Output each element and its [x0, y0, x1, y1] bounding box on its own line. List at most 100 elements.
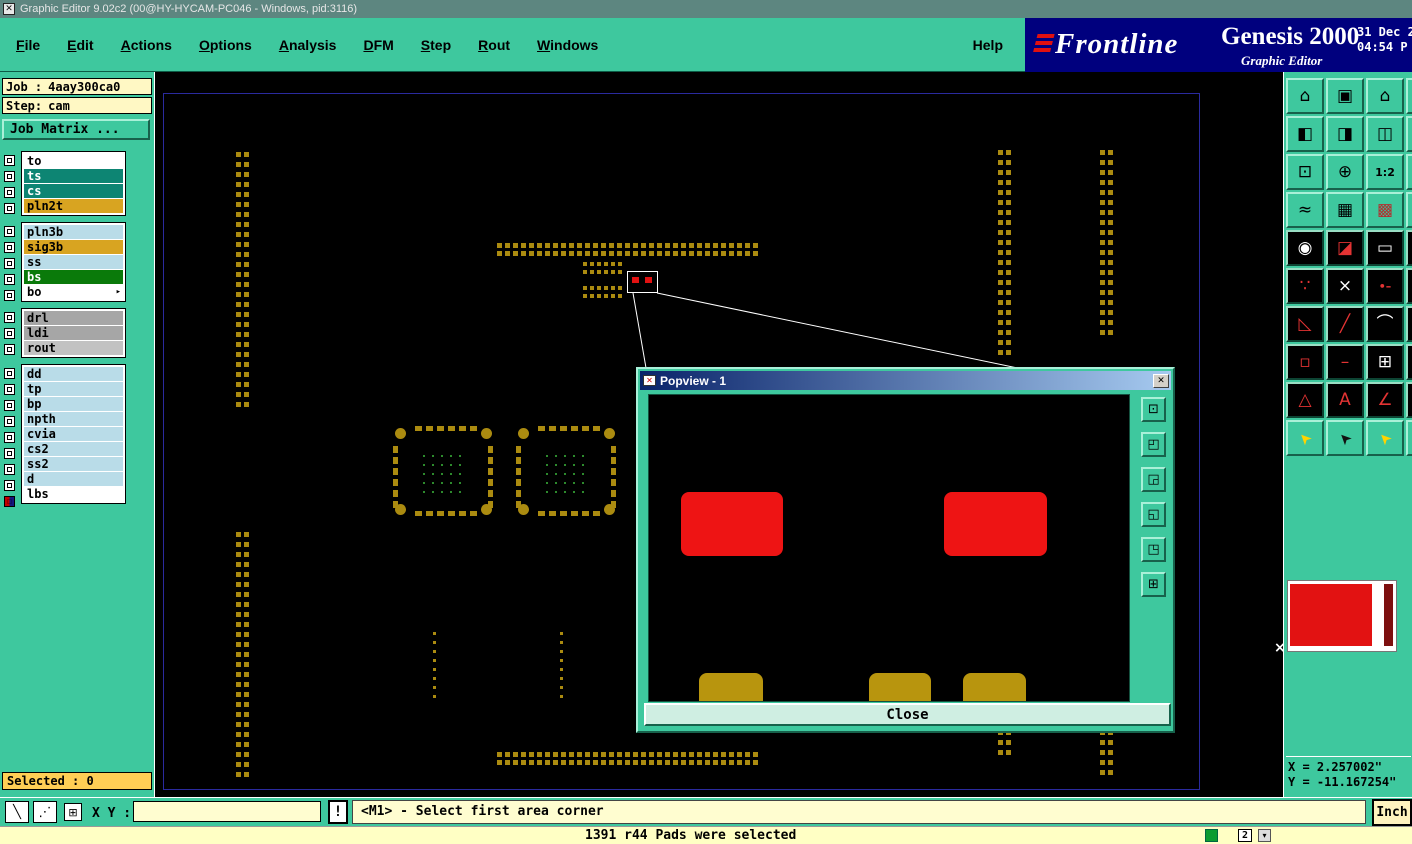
- menu-analysis[interactable]: Analysis: [279, 37, 337, 53]
- layer-name-dd[interactable]: dd: [24, 367, 123, 381]
- toolbar-arc-button[interactable]: ⌒: [1366, 306, 1404, 342]
- menu-dfm[interactable]: DFM: [363, 37, 393, 53]
- toolbar-home-frame-button[interactable]: ⌂: [1366, 78, 1404, 114]
- toolbar-zoom-fit-button[interactable]: ⊕: [1326, 154, 1364, 190]
- xy-input[interactable]: [133, 801, 321, 822]
- toolbar-pan-left-button[interactable]: ◧: [1286, 116, 1324, 152]
- popview-close-button[interactable]: Close: [644, 703, 1171, 726]
- layer-name-pln3b[interactable]: pln3b: [24, 225, 123, 239]
- layer-checkbox-cvia[interactable]: [4, 432, 15, 443]
- layer-name-d[interactable]: d: [24, 472, 123, 486]
- popview-zoom-fit-button[interactable]: ⊡: [1141, 397, 1166, 422]
- layer-name-ss2[interactable]: ss2: [24, 457, 123, 471]
- layer-name-lbs[interactable]: lbs: [24, 487, 123, 501]
- app-icon[interactable]: ✕: [3, 3, 15, 15]
- layer-name-ts[interactable]: ts: [24, 169, 123, 183]
- job-matrix-button[interactable]: Job Matrix ...: [2, 119, 150, 140]
- toolbar-break-button[interactable]: ×: [1326, 268, 1364, 304]
- toolbar-diagonal-button[interactable]: ╱: [1326, 306, 1364, 342]
- menu-options[interactable]: Options: [199, 37, 252, 53]
- toolbar-zoom-window-button[interactable]: ⊡: [1286, 154, 1324, 190]
- layer-name-npth[interactable]: npth: [24, 412, 123, 426]
- menu-windows[interactable]: Windows: [537, 37, 598, 53]
- layer-checkbox-pln2t[interactable]: [4, 203, 15, 214]
- layer-checkbox-pln3b[interactable]: [4, 226, 15, 237]
- layer-name-cvia[interactable]: cvia: [24, 427, 123, 441]
- layer-name-sig3b[interactable]: sig3b: [24, 240, 123, 254]
- menu-rout[interactable]: Rout: [478, 37, 510, 53]
- popview-pan-down-button[interactable]: ◲: [1141, 467, 1166, 492]
- tray-dropdown-arrow[interactable]: ▾: [1258, 829, 1271, 842]
- layer-checkbox-ss2[interactable]: [4, 464, 15, 475]
- toolbar-measure-button[interactable]: ≈: [1286, 192, 1324, 228]
- layer-checkbox-bs[interactable]: [4, 274, 15, 285]
- toolbar-grid-button[interactable]: ▦: [1326, 192, 1364, 228]
- popview-pan-left-button[interactable]: ◱: [1141, 502, 1166, 527]
- menu-file[interactable]: File: [16, 37, 40, 53]
- tray-status-icon[interactable]: [1205, 829, 1218, 842]
- toolbar-net-points-button[interactable]: ∵: [1286, 268, 1324, 304]
- layer-checkbox-ldi[interactable]: [4, 328, 15, 339]
- layer-name-rout[interactable]: rout: [24, 341, 123, 355]
- toolbar-clipped-button-5[interactable]: [1406, 230, 1412, 266]
- layer-name-cs[interactable]: cs: [24, 184, 123, 198]
- layer-checkbox-bo[interactable]: [4, 290, 15, 301]
- layer-checkbox-to[interactable]: [4, 155, 15, 166]
- toolbar-cursor-query-button[interactable]: ➤: [1366, 420, 1404, 456]
- layer-checkbox-dd[interactable]: [4, 368, 15, 379]
- popview-pan-right-button[interactable]: ◳: [1141, 537, 1166, 562]
- measure-mode-button[interactable]: ⋰: [33, 801, 57, 823]
- tray-count-badge[interactable]: 2: [1238, 829, 1252, 842]
- layer-checkbox-bp[interactable]: [4, 400, 15, 411]
- toolbar-triangle-button[interactable]: △: [1286, 382, 1324, 418]
- toolbar-angle-button[interactable]: ∠: [1366, 382, 1404, 418]
- layer-checkbox-rout[interactable]: [4, 344, 15, 355]
- toolbar-view-home-button[interactable]: ▣: [1326, 78, 1364, 114]
- layer-checkbox-d[interactable]: [4, 480, 15, 491]
- toolbar-highlight-button[interactable]: ◪: [1326, 230, 1364, 266]
- layer-name-pln2t[interactable]: pln2t: [24, 199, 123, 213]
- menu-step[interactable]: Step: [421, 37, 451, 53]
- layer-checkbox-cs2[interactable]: [4, 448, 15, 459]
- toolbar-capture-button[interactable]: ◉: [1286, 230, 1324, 266]
- pointer-mode-button[interactable]: ╲: [5, 801, 29, 823]
- layer-name-cs2[interactable]: cs2: [24, 442, 123, 456]
- layer-checkbox-lbs[interactable]: [4, 496, 15, 507]
- alert-button[interactable]: !: [328, 800, 348, 824]
- layer-name-tp[interactable]: tp: [24, 382, 123, 396]
- toolbar-clipped-button-8[interactable]: [1406, 344, 1412, 380]
- toolbar-cursor-plain-button[interactable]: ➤: [1286, 420, 1324, 456]
- toolbar-pad-box-button[interactable]: ▫: [1286, 344, 1324, 380]
- grid-toggle-button[interactable]: ⊞: [64, 803, 82, 821]
- toolbar-cursor-select-button[interactable]: ➤: [1326, 420, 1364, 456]
- toolbar-dash-button[interactable]: –: [1326, 344, 1364, 380]
- menu-actions[interactable]: Actions: [121, 37, 172, 53]
- job-field[interactable]: Job : 4aay300ca0: [2, 78, 152, 95]
- toolbar-clipped-button-2[interactable]: [1406, 116, 1412, 152]
- toolbar-pan-right-button[interactable]: ◨: [1326, 116, 1364, 152]
- toolbar-text-marker-button[interactable]: A: [1326, 382, 1364, 418]
- layer-checkbox-tp[interactable]: [4, 384, 15, 395]
- layer-name-drl[interactable]: drl: [24, 311, 123, 325]
- popview-pan-up-button[interactable]: ◰: [1141, 432, 1166, 457]
- layer-name-bp[interactable]: bp: [24, 397, 123, 411]
- toolbar-clipped-button-3[interactable]: [1406, 154, 1412, 190]
- layer-name-ldi[interactable]: ldi: [24, 326, 123, 340]
- toolbar-slope-button[interactable]: ◺: [1286, 306, 1324, 342]
- toolbar-zoom-ratio-button[interactable]: 1:2: [1366, 154, 1404, 190]
- window-titlebar[interactable]: ✕ Graphic Editor 9.02c2 (00@HY-HYCAM-PC0…: [0, 0, 1412, 18]
- layer-checkbox-sig3b[interactable]: [4, 242, 15, 253]
- units-button[interactable]: Inch: [1372, 799, 1412, 826]
- toolbar-color-table-button[interactable]: ▩: [1366, 192, 1404, 228]
- layer-checkbox-drl[interactable]: [4, 312, 15, 323]
- layer-name-ss[interactable]: ss: [24, 255, 123, 269]
- toolbar-clipped-button-6[interactable]: [1406, 268, 1412, 304]
- layer-name-bs[interactable]: bs: [24, 270, 123, 284]
- layer-checkbox-npth[interactable]: [4, 416, 15, 427]
- toolbar-clipped-button-7[interactable]: [1406, 306, 1412, 342]
- menu-help[interactable]: Help: [973, 37, 1003, 53]
- toolbar-ruler-button[interactable]: ▭: [1366, 230, 1404, 266]
- layer-checkbox-cs[interactable]: [4, 187, 15, 198]
- layer-name-bo[interactable]: bo ▸: [24, 285, 123, 299]
- popview-close-x-button[interactable]: ✕: [1153, 373, 1169, 388]
